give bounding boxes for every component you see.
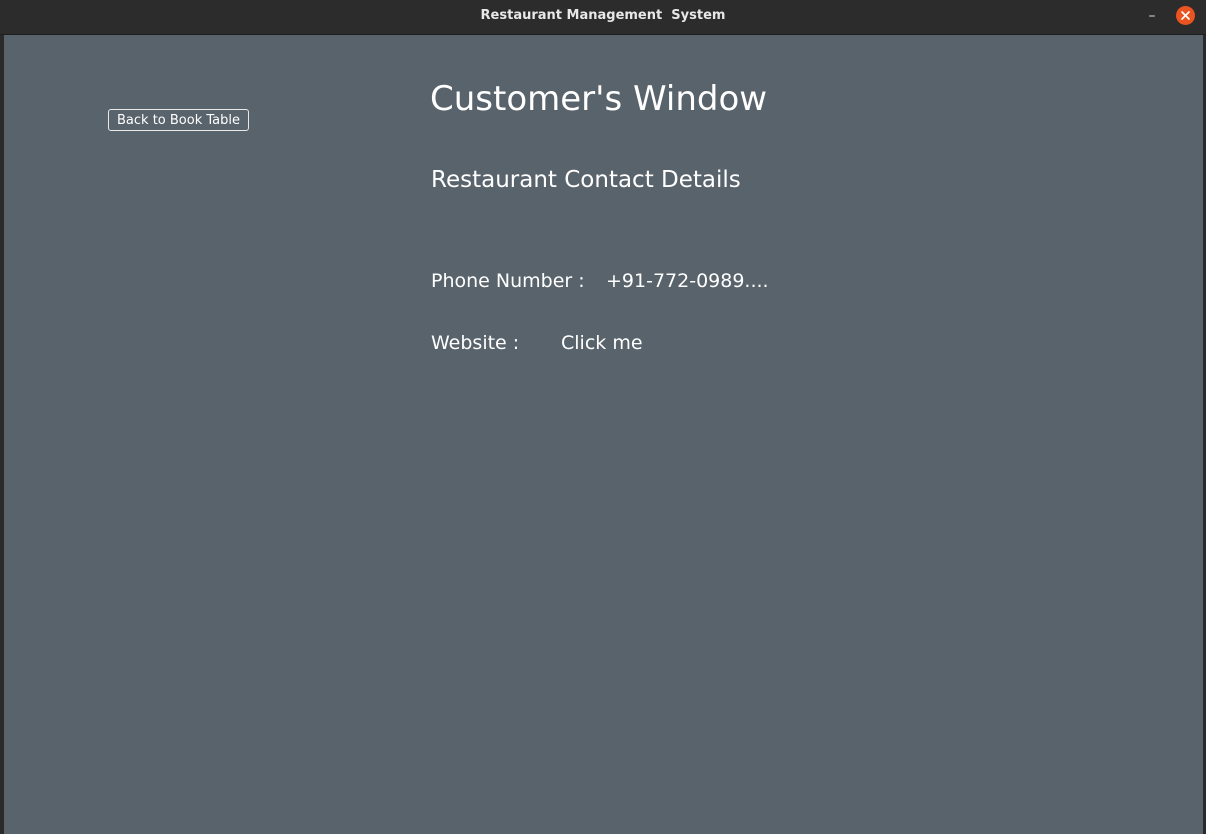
back-to-book-table-button[interactable]: Back to Book Table [108,109,249,131]
close-icon [1181,11,1190,20]
phone-number-label: Phone Number : [431,270,585,292]
content-panel: Back to Book Table Customer's Window Res… [4,35,1203,834]
website-label: Website : [431,332,520,354]
page-title: Customer's Window [430,79,768,119]
close-button[interactable] [1176,6,1195,25]
title-bar: Restaurant Management System – [0,0,1206,35]
phone-number-value: +91-772-0989.... [606,270,769,292]
section-title: Restaurant Contact Details [431,167,741,193]
app-window: Restaurant Management System – Back to B… [0,0,1206,834]
window-title: Restaurant Management System [480,8,726,23]
minimize-button[interactable]: – [1142,6,1162,26]
website-link[interactable]: Click me [561,332,643,354]
